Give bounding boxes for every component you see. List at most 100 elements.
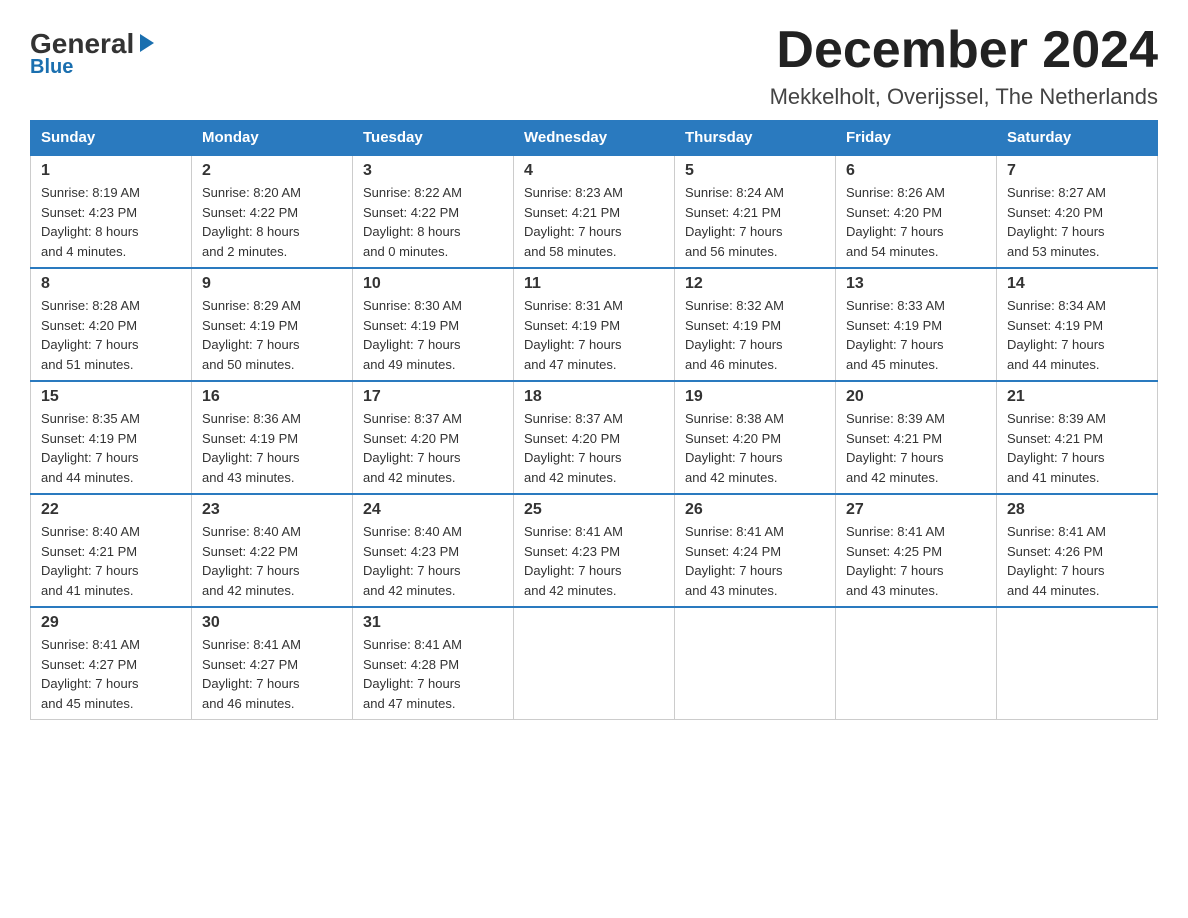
calendar-day-18: 18Sunrise: 8:37 AMSunset: 4:20 PMDayligh… [514, 381, 675, 494]
calendar-day-3: 3Sunrise: 8:22 AMSunset: 4:22 PMDaylight… [353, 155, 514, 268]
calendar-day-31: 31 Sunrise: 8:41 AMSunset: 4:28 PMDayligh… [353, 607, 514, 720]
day-info: Sunrise: 8:27 AMSunset: 4:20 PMDaylight:… [1007, 183, 1147, 261]
calendar-header-monday: Monday [192, 121, 353, 156]
logo-general-text: General [30, 30, 134, 58]
calendar-day-27: 27 Sunrise: 8:41 AMSunset: 4:25 PMDayligh… [836, 494, 997, 607]
day-info: Sunrise: 8:28 AMSunset: 4:20 PMDaylight:… [41, 296, 181, 374]
calendar-day-9: 9 Sunrise: 8:29 AMSunset: 4:19 PMDaylight… [192, 268, 353, 381]
day-number: 8 [41, 275, 181, 293]
day-number: 12 [685, 275, 825, 293]
day-number: 22 [41, 501, 181, 519]
day-number: 21 [1007, 388, 1147, 406]
calendar-header-wednesday: Wednesday [514, 121, 675, 156]
day-info: Sunrise: 8:41 AMSunset: 4:25 PMDaylight:… [846, 522, 986, 600]
calendar-week-row: 15 Sunrise: 8:35 AMSunset: 4:19 PMDayligh… [31, 381, 1158, 494]
calendar-day-24: 24Sunrise: 8:40 AMSunset: 4:23 PMDayligh… [353, 494, 514, 607]
day-number: 30 [202, 614, 342, 632]
day-number: 24 [363, 501, 503, 519]
day-info: Sunrise: 8:41 AMSunset: 4:28 PMDaylight:… [363, 635, 503, 713]
day-info: Sunrise: 8:26 AMSunset: 4:20 PMDaylight:… [846, 183, 986, 261]
calendar-day-1: 1 Sunrise: 8:19 AMSunset: 4:23 PMDaylight… [31, 155, 192, 268]
calendar-day-23: 23 Sunrise: 8:40 AMSunset: 4:22 PMDayligh… [192, 494, 353, 607]
calendar-header-thursday: Thursday [675, 121, 836, 156]
calendar-day-22: 22Sunrise: 8:40 AMSunset: 4:21 PMDayligh… [31, 494, 192, 607]
day-number: 1 [41, 162, 181, 180]
calendar-day-25: 25 Sunrise: 8:41 AMSunset: 4:23 PMDayligh… [514, 494, 675, 607]
calendar-day-2: 2 Sunrise: 8:20 AMSunset: 4:22 PMDaylight… [192, 155, 353, 268]
day-number: 27 [846, 501, 986, 519]
calendar-table: SundayMondayTuesdayWednesdayThursdayFrid… [30, 120, 1158, 720]
day-info: Sunrise: 8:41 AMSunset: 4:27 PMDaylight:… [202, 635, 342, 713]
day-number: 16 [202, 388, 342, 406]
day-number: 14 [1007, 275, 1147, 293]
calendar-day-8: 8 Sunrise: 8:28 AMSunset: 4:20 PMDaylight… [31, 268, 192, 381]
day-info: Sunrise: 8:30 AMSunset: 4:19 PMDaylight:… [363, 296, 503, 374]
calendar-day-14: 14 Sunrise: 8:34 AMSunset: 4:19 PMDayligh… [997, 268, 1158, 381]
day-info: Sunrise: 8:39 AMSunset: 4:21 PMDaylight:… [846, 409, 986, 487]
day-info: Sunrise: 8:36 AMSunset: 4:19 PMDaylight:… [202, 409, 342, 487]
calendar-day-11: 11 Sunrise: 8:31 AMSunset: 4:19 PMDayligh… [514, 268, 675, 381]
calendar-day-7: 7 Sunrise: 8:27 AMSunset: 4:20 PMDaylight… [997, 155, 1158, 268]
day-number: 2 [202, 162, 342, 180]
day-info: Sunrise: 8:39 AMSunset: 4:21 PMDaylight:… [1007, 409, 1147, 487]
calendar-week-row: 22Sunrise: 8:40 AMSunset: 4:21 PMDayligh… [31, 494, 1158, 607]
day-number: 26 [685, 501, 825, 519]
day-number: 13 [846, 275, 986, 293]
calendar-day-12: 12 Sunrise: 8:32 AMSunset: 4:19 PMDayligh… [675, 268, 836, 381]
day-number: 19 [685, 388, 825, 406]
day-info: Sunrise: 8:32 AMSunset: 4:19 PMDaylight:… [685, 296, 825, 374]
day-info: Sunrise: 8:23 AMSunset: 4:21 PMDaylight:… [524, 183, 664, 261]
logo-arrow-icon [136, 32, 158, 54]
logo-blue-text: Blue [30, 56, 73, 79]
calendar-header-row: SundayMondayTuesdayWednesdayThursdayFrid… [31, 121, 1158, 156]
day-number: 4 [524, 162, 664, 180]
calendar-day-15: 15 Sunrise: 8:35 AMSunset: 4:19 PMDayligh… [31, 381, 192, 494]
calendar-day-20: 20 Sunrise: 8:39 AMSunset: 4:21 PMDayligh… [836, 381, 997, 494]
page-header: General Blue December 2024 Mekkelholt, O… [30, 20, 1158, 110]
day-info: Sunrise: 8:24 AMSunset: 4:21 PMDaylight:… [685, 183, 825, 261]
day-info: Sunrise: 8:41 AMSunset: 4:24 PMDaylight:… [685, 522, 825, 600]
calendar-day-28: 28Sunrise: 8:41 AMSunset: 4:26 PMDayligh… [997, 494, 1158, 607]
calendar-day-17: 17Sunrise: 8:37 AMSunset: 4:20 PMDayligh… [353, 381, 514, 494]
calendar-header-saturday: Saturday [997, 121, 1158, 156]
day-number: 29 [41, 614, 181, 632]
day-number: 7 [1007, 162, 1147, 180]
day-info: Sunrise: 8:35 AMSunset: 4:19 PMDaylight:… [41, 409, 181, 487]
calendar-day-6: 6 Sunrise: 8:26 AMSunset: 4:20 PMDaylight… [836, 155, 997, 268]
calendar-day-5: 5 Sunrise: 8:24 AMSunset: 4:21 PMDaylight… [675, 155, 836, 268]
day-number: 6 [846, 162, 986, 180]
day-info: Sunrise: 8:38 AMSunset: 4:20 PMDaylight:… [685, 409, 825, 487]
day-info: Sunrise: 8:31 AMSunset: 4:19 PMDaylight:… [524, 296, 664, 374]
subtitle: Mekkelholt, Overijssel, The Netherlands [770, 84, 1158, 110]
day-number: 15 [41, 388, 181, 406]
calendar-empty-cell [514, 607, 675, 720]
day-number: 5 [685, 162, 825, 180]
day-number: 31 [363, 614, 503, 632]
calendar-empty-cell [997, 607, 1158, 720]
day-number: 11 [524, 275, 664, 293]
day-number: 20 [846, 388, 986, 406]
day-info: Sunrise: 8:29 AMSunset: 4:19 PMDaylight:… [202, 296, 342, 374]
day-info: Sunrise: 8:19 AMSunset: 4:23 PMDaylight:… [41, 183, 181, 261]
day-info: Sunrise: 8:40 AMSunset: 4:22 PMDaylight:… [202, 522, 342, 600]
main-title: December 2024 [770, 20, 1158, 80]
calendar-day-19: 19 Sunrise: 8:38 AMSunset: 4:20 PMDayligh… [675, 381, 836, 494]
title-block: December 2024 Mekkelholt, Overijssel, Th… [770, 20, 1158, 110]
calendar-week-row: 29 Sunrise: 8:41 AMSunset: 4:27 PMDayligh… [31, 607, 1158, 720]
day-info: Sunrise: 8:20 AMSunset: 4:22 PMDaylight:… [202, 183, 342, 261]
day-info: Sunrise: 8:41 AMSunset: 4:23 PMDaylight:… [524, 522, 664, 600]
calendar-day-4: 4 Sunrise: 8:23 AMSunset: 4:21 PMDaylight… [514, 155, 675, 268]
day-info: Sunrise: 8:33 AMSunset: 4:19 PMDaylight:… [846, 296, 986, 374]
calendar-day-21: 21 Sunrise: 8:39 AMSunset: 4:21 PMDayligh… [997, 381, 1158, 494]
day-number: 25 [524, 501, 664, 519]
day-info: Sunrise: 8:37 AMSunset: 4:20 PMDaylight:… [363, 409, 503, 487]
calendar-header-sunday: Sunday [31, 121, 192, 156]
day-number: 23 [202, 501, 342, 519]
day-number: 9 [202, 275, 342, 293]
calendar-day-26: 26 Sunrise: 8:41 AMSunset: 4:24 PMDayligh… [675, 494, 836, 607]
calendar-header-friday: Friday [836, 121, 997, 156]
day-info: Sunrise: 8:34 AMSunset: 4:19 PMDaylight:… [1007, 296, 1147, 374]
day-info: Sunrise: 8:37 AMSunset: 4:20 PMDaylight:… [524, 409, 664, 487]
calendar-header-tuesday: Tuesday [353, 121, 514, 156]
calendar-day-10: 10Sunrise: 8:30 AMSunset: 4:19 PMDayligh… [353, 268, 514, 381]
